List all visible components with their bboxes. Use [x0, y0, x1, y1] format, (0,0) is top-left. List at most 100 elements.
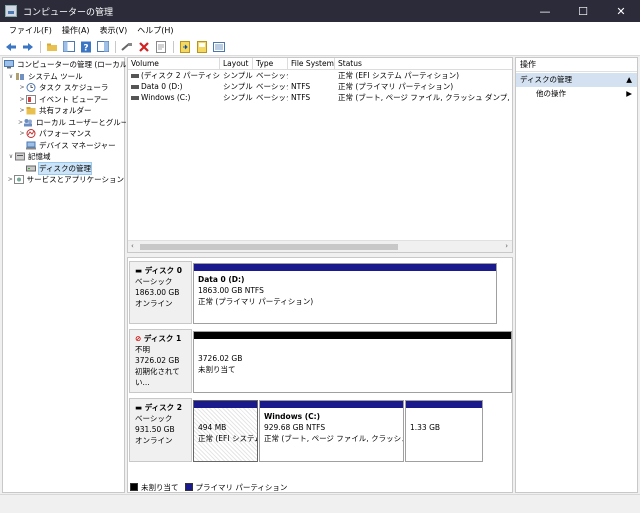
show-tree-icon[interactable]: [62, 40, 76, 54]
toolbar-separator: [173, 40, 174, 53]
expand-chevron-icon[interactable]: >: [18, 107, 26, 114]
folder-up-icon[interactable]: [45, 40, 59, 54]
view-icon[interactable]: [212, 40, 226, 54]
scrollbar-thumb[interactable]: [140, 244, 398, 250]
tree-node-services-applications[interactable]: > サービスとアプリケーション: [3, 174, 124, 186]
svg-text:?: ?: [83, 43, 88, 53]
tree-node-storage[interactable]: ∨ 記憶域: [3, 151, 124, 163]
column-layout[interactable]: Layout: [220, 58, 253, 69]
disk-icon: ▬: [135, 403, 145, 412]
minimize-button[interactable]: —: [526, 0, 564, 22]
legend-label-unallocated: 未割り当て: [141, 482, 179, 492]
users-icon: [23, 118, 33, 127]
collapse-chevron-icon[interactable]: ∨: [7, 153, 15, 160]
scroll-left-icon[interactable]: ‹: [131, 242, 134, 250]
center-pane: Volume Layout Type File System Status (デ…: [126, 57, 514, 493]
title-bar: コンピューターの管理 — ☐ ✕: [0, 0, 640, 22]
volume-list-header: Volume Layout Type File System Status: [128, 58, 512, 70]
primary-partition-bar: [406, 401, 482, 408]
tree-node-event-viewer[interactable]: > イベント ビューアー: [3, 94, 124, 106]
clock-icon: [26, 83, 36, 93]
device-manager-icon: [26, 141, 36, 150]
delete-icon[interactable]: [137, 40, 151, 54]
tree-node-task-scheduler[interactable]: > タスク スケジューラ: [3, 82, 124, 94]
export-icon[interactable]: [178, 40, 192, 54]
connect-icon[interactable]: [120, 40, 134, 54]
legend-label-primary: プライマリ パーティション: [195, 482, 288, 492]
scroll-right-icon[interactable]: ›: [505, 242, 508, 250]
disk-mgmt-icon: [26, 164, 36, 173]
shared-folder-icon: [26, 106, 36, 115]
volume-icon: [131, 74, 139, 78]
column-type[interactable]: Type: [253, 58, 288, 69]
event-viewer-icon: [26, 94, 36, 104]
services-icon: [13, 175, 24, 185]
actions-header: 操作: [516, 58, 637, 72]
expand-chevron-icon[interactable]: >: [18, 84, 26, 91]
tree-node-device-manager[interactable]: デバイス マネージャー: [3, 140, 124, 152]
partition-unallocated[interactable]: 3726.02 GB 未割り当て: [193, 331, 512, 393]
partition-data0-d[interactable]: Data 0 (D:) 1863.00 GB NTFS 正常 (プライマリ パー…: [193, 263, 497, 324]
collapse-chevron-icon[interactable]: ∨: [7, 73, 15, 80]
horizontal-scrollbar[interactable]: ‹ ›: [128, 240, 512, 252]
computer-management-icon: [5, 5, 17, 17]
partition-efi[interactable]: 494 MB 正常 (EFI システム: [193, 400, 258, 462]
performance-icon: [26, 129, 36, 139]
storage-icon: [15, 152, 25, 161]
action-more-actions[interactable]: 他の操作 ▶: [516, 87, 637, 100]
status-bar: [0, 494, 640, 513]
volume-row[interactable]: Data 0 (D:) シンプル ベーシック NTFS 正常 (プライマリ パー…: [128, 81, 512, 92]
tree-node-performance[interactable]: > パフォーマンス: [3, 128, 124, 140]
volume-icon: [131, 96, 139, 100]
disk-0-label[interactable]: ▬ ディスク 0 ベーシック 1863.00 GB オンライン: [129, 261, 192, 324]
navigation-tree: コンピューターの管理 (ローカル) ∨ システム ツール > タスク スケジュー…: [2, 57, 135, 493]
collapse-up-icon[interactable]: ▲: [626, 73, 632, 87]
volume-row[interactable]: Windows (C:) シンプル ベーシック NTFS 正常 (ブート, ペー…: [128, 92, 512, 103]
disk-error-icon: ⊘: [135, 334, 144, 343]
disk-map: ▬ ディスク 0 ベーシック 1863.00 GB オンライン Data 0 (…: [127, 257, 513, 493]
tree-node-system-tools[interactable]: ∨ システム ツール: [3, 71, 124, 83]
menu-help[interactable]: ヘルプ(H): [132, 25, 178, 36]
properties-icon[interactable]: [154, 40, 168, 54]
legend-swatch-unallocated: [130, 483, 138, 491]
expand-chevron-icon[interactable]: >: [7, 176, 14, 183]
primary-partition-bar: [194, 401, 257, 408]
menu-view[interactable]: 表示(V): [95, 25, 133, 36]
back-arrow-icon[interactable]: [4, 40, 18, 54]
unallocated-bar: [194, 332, 511, 339]
expand-chevron-icon[interactable]: >: [18, 96, 26, 103]
tools-icon: [15, 72, 25, 81]
disk-2-label[interactable]: ▬ ディスク 2 ベーシック 931.50 GB オンライン: [129, 398, 192, 462]
close-button[interactable]: ✕: [602, 0, 640, 22]
tree-node-local-users-groups[interactable]: > ローカル ユーザーとグループ: [3, 117, 135, 129]
tree-node-shared-folders[interactable]: > 共有フォルダー: [3, 105, 124, 117]
legend: 未割り当て プライマリ パーティション: [130, 482, 287, 492]
volume-row[interactable]: (ディスク 2 パーティション 1) シンプル ベーシック 正常 (EFI シス…: [128, 70, 512, 81]
open-icon[interactable]: [195, 40, 209, 54]
panel-icon[interactable]: [96, 40, 110, 54]
column-status[interactable]: Status: [335, 58, 512, 69]
window-title: コンピューターの管理: [23, 7, 114, 18]
computer-icon: [4, 60, 14, 69]
help-icon[interactable]: ?: [79, 40, 93, 54]
toolbar-separator: [115, 40, 116, 53]
forward-arrow-icon[interactable]: [21, 40, 35, 54]
menu-bar: ファイル(F) 操作(A) 表示(V) ヘルプ(H): [0, 22, 640, 38]
column-file-system[interactable]: File System: [288, 58, 335, 69]
submenu-arrow-icon: ▶: [626, 89, 632, 98]
tree-node-computer-management[interactable]: コンピューターの管理 (ローカル): [3, 59, 130, 71]
menu-action[interactable]: 操作(A): [57, 25, 95, 36]
tree-node-disk-management[interactable]: ディスクの管理: [3, 161, 124, 175]
legend-swatch-primary: [184, 483, 193, 491]
expand-chevron-icon[interactable]: >: [18, 130, 26, 137]
partition-windows-c[interactable]: Windows (C:) 929.68 GB NTFS 正常 (ブート, ページ…: [259, 400, 404, 462]
partition-recovery[interactable]: 1.33 GB: [405, 400, 483, 462]
menu-file[interactable]: ファイル(F): [4, 25, 57, 36]
volume-list: Volume Layout Type File System Status (デ…: [127, 57, 513, 253]
actions-group-disk-management[interactable]: ディスクの管理 ▲: [516, 73, 637, 87]
toolbar-separator: [40, 40, 41, 53]
disk-1-label[interactable]: ⊘ ディスク 1 不明 3726.02 GB 初期化されてい...: [129, 329, 192, 393]
maximize-button[interactable]: ☐: [564, 0, 602, 22]
column-volume[interactable]: Volume: [128, 58, 220, 69]
primary-partition-bar: [194, 264, 496, 271]
